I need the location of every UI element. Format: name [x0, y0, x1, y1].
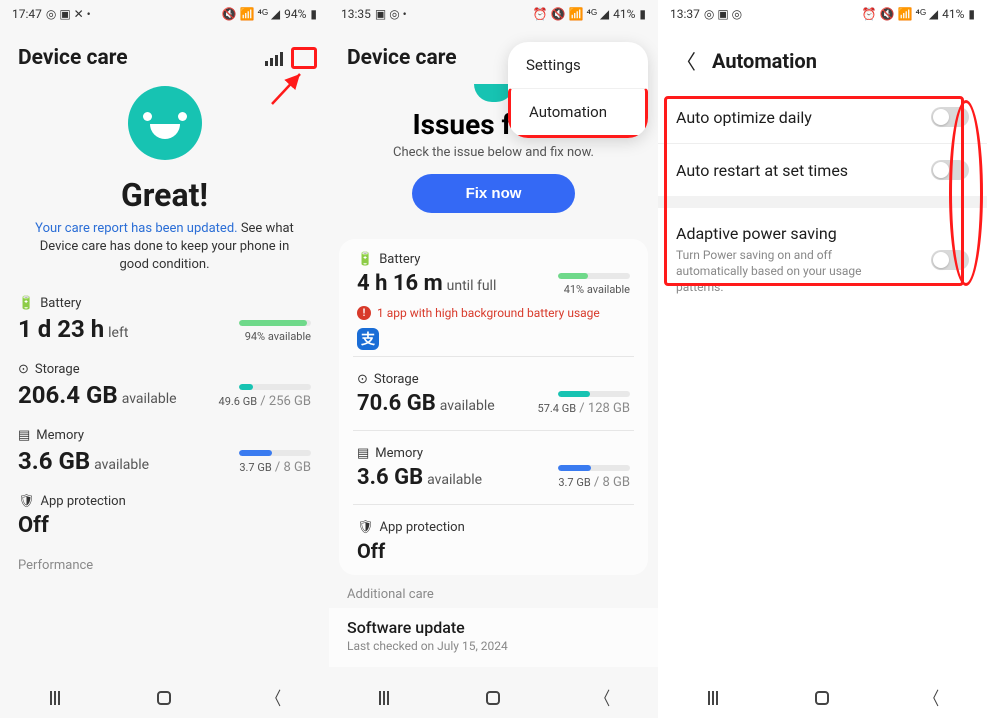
home-button[interactable]: [479, 684, 507, 712]
nav-bar: 〈: [329, 678, 658, 718]
battery-bar: [239, 320, 311, 326]
care-report-link[interactable]: Your care report has been updated.: [35, 221, 237, 236]
app-protection-section[interactable]: 🛡App protection Off: [0, 483, 329, 546]
status-bar: 13:37 ◎ ▣ ◎ ⏰ 🔇 📶 ⁴ᴳ ◢ 41%▮: [658, 0, 987, 28]
battery-icon: 🔋: [18, 296, 34, 311]
more-menu-button[interactable]: [291, 47, 317, 69]
section-label: Battery: [40, 296, 81, 311]
battery-card[interactable]: 🔋Battery 4 h 16 muntil full 41% availabl…: [339, 239, 648, 575]
status-bar: 13:35 ▣ ◎ • ⏰ 🔇 📶 ⁴ᴳ ◢ 41%▮: [329, 0, 658, 28]
warning-icon: !: [357, 306, 371, 320]
status-bar: 17:47 ◎ ▣ ✕ • 🔇 📶 ⁴ᴳ ◢ 94% ▮: [0, 0, 329, 28]
signal-bars-icon: [265, 50, 283, 66]
battery-icon: ▮: [310, 7, 317, 21]
smiley-icon: [128, 86, 202, 160]
pane-device-care-menu: 13:35 ▣ ◎ • ⏰ 🔇 📶 ⁴ᴳ ◢ 41%▮ Device care …: [329, 0, 658, 718]
back-button[interactable]: 〈: [592, 684, 614, 712]
recents-button[interactable]: [699, 684, 727, 712]
storage-icon: ⊙: [18, 362, 29, 377]
back-icon[interactable]: 〈: [676, 46, 696, 75]
status-battery: 94%: [284, 7, 306, 21]
nav-bar: 〈: [658, 678, 987, 718]
toggle-adaptive-power[interactable]: [931, 250, 969, 270]
home-button[interactable]: [150, 684, 178, 712]
adaptive-power-row[interactable]: Adaptive power savingTurn Power saving o…: [658, 208, 987, 312]
header: 〈 Automation: [658, 28, 987, 91]
recents-button[interactable]: [370, 684, 398, 712]
status-hero: Great! Your care report has been updated…: [0, 82, 329, 285]
menu-item-automation[interactable]: Automation: [508, 88, 648, 138]
storage-bar: [558, 391, 630, 397]
battery-section[interactable]: 🔋Battery 1 d 23 hleft 94% available: [0, 285, 329, 351]
home-button[interactable]: [808, 684, 836, 712]
page-title: Automation: [712, 49, 817, 73]
auto-optimize-row[interactable]: Auto optimize daily: [658, 91, 987, 144]
storage-icon: ⊙: [357, 372, 368, 387]
pane-device-care-main: 17:47 ◎ ▣ ✕ • 🔇 📶 ⁴ᴳ ◢ 94% ▮ Device care: [0, 0, 329, 718]
overflow-menu: Settings Automation: [508, 42, 648, 138]
shield-icon: 🛡: [357, 520, 374, 535]
storage-bar: [239, 384, 311, 390]
memory-section[interactable]: ▤Memory 3.6 GBavailable 3.7 GB / 8 GB: [0, 417, 329, 483]
performance-row[interactable]: Performance: [0, 546, 329, 579]
toggle-auto-optimize[interactable]: [931, 107, 969, 127]
recents-button[interactable]: [41, 684, 69, 712]
software-update-row[interactable]: Software update Last checked on July 15,…: [329, 608, 658, 667]
toggle-auto-restart[interactable]: [931, 160, 969, 180]
memory-bar: [239, 450, 311, 456]
battery-icon: 🔋: [357, 252, 373, 267]
status-icons-left: ◎ ▣ ✕ •: [46, 7, 91, 21]
back-button[interactable]: 〈: [921, 684, 943, 712]
pane-automation: 13:37 ◎ ▣ ◎ ⏰ 🔇 📶 ⁴ᴳ ◢ 41%▮ 〈 Automation…: [658, 0, 987, 718]
additional-care-header: Additional care: [329, 575, 658, 608]
annotation-arrow: [268, 68, 308, 108]
battery-warning: !1 app with high background battery usag…: [339, 302, 648, 324]
status-icons-right: 🔇 📶 ⁴ᴳ ◢: [222, 7, 280, 21]
status-headline: Great!: [121, 176, 208, 214]
status-subtext: Your care report has been updated. See w…: [20, 220, 309, 275]
memory-icon: ▤: [357, 446, 369, 461]
page-title: Device care: [18, 46, 128, 70]
memory-icon: ▤: [18, 428, 30, 443]
memory-bar: [558, 465, 630, 471]
storage-section[interactable]: ⊙Storage 206.4 GBavailable 49.6 GB / 256…: [0, 351, 329, 417]
status-time: 17:47: [12, 7, 42, 21]
battery-bar: [558, 273, 630, 279]
back-button[interactable]: 〈: [263, 684, 285, 712]
app-icon-alipay[interactable]: 支: [357, 328, 379, 350]
auto-restart-row[interactable]: Auto restart at set times: [658, 144, 987, 196]
fix-now-button[interactable]: Fix now: [412, 174, 576, 213]
shield-icon: 🛡: [18, 494, 35, 509]
menu-item-settings[interactable]: Settings: [508, 42, 648, 88]
nav-bar: 〈: [0, 678, 329, 718]
